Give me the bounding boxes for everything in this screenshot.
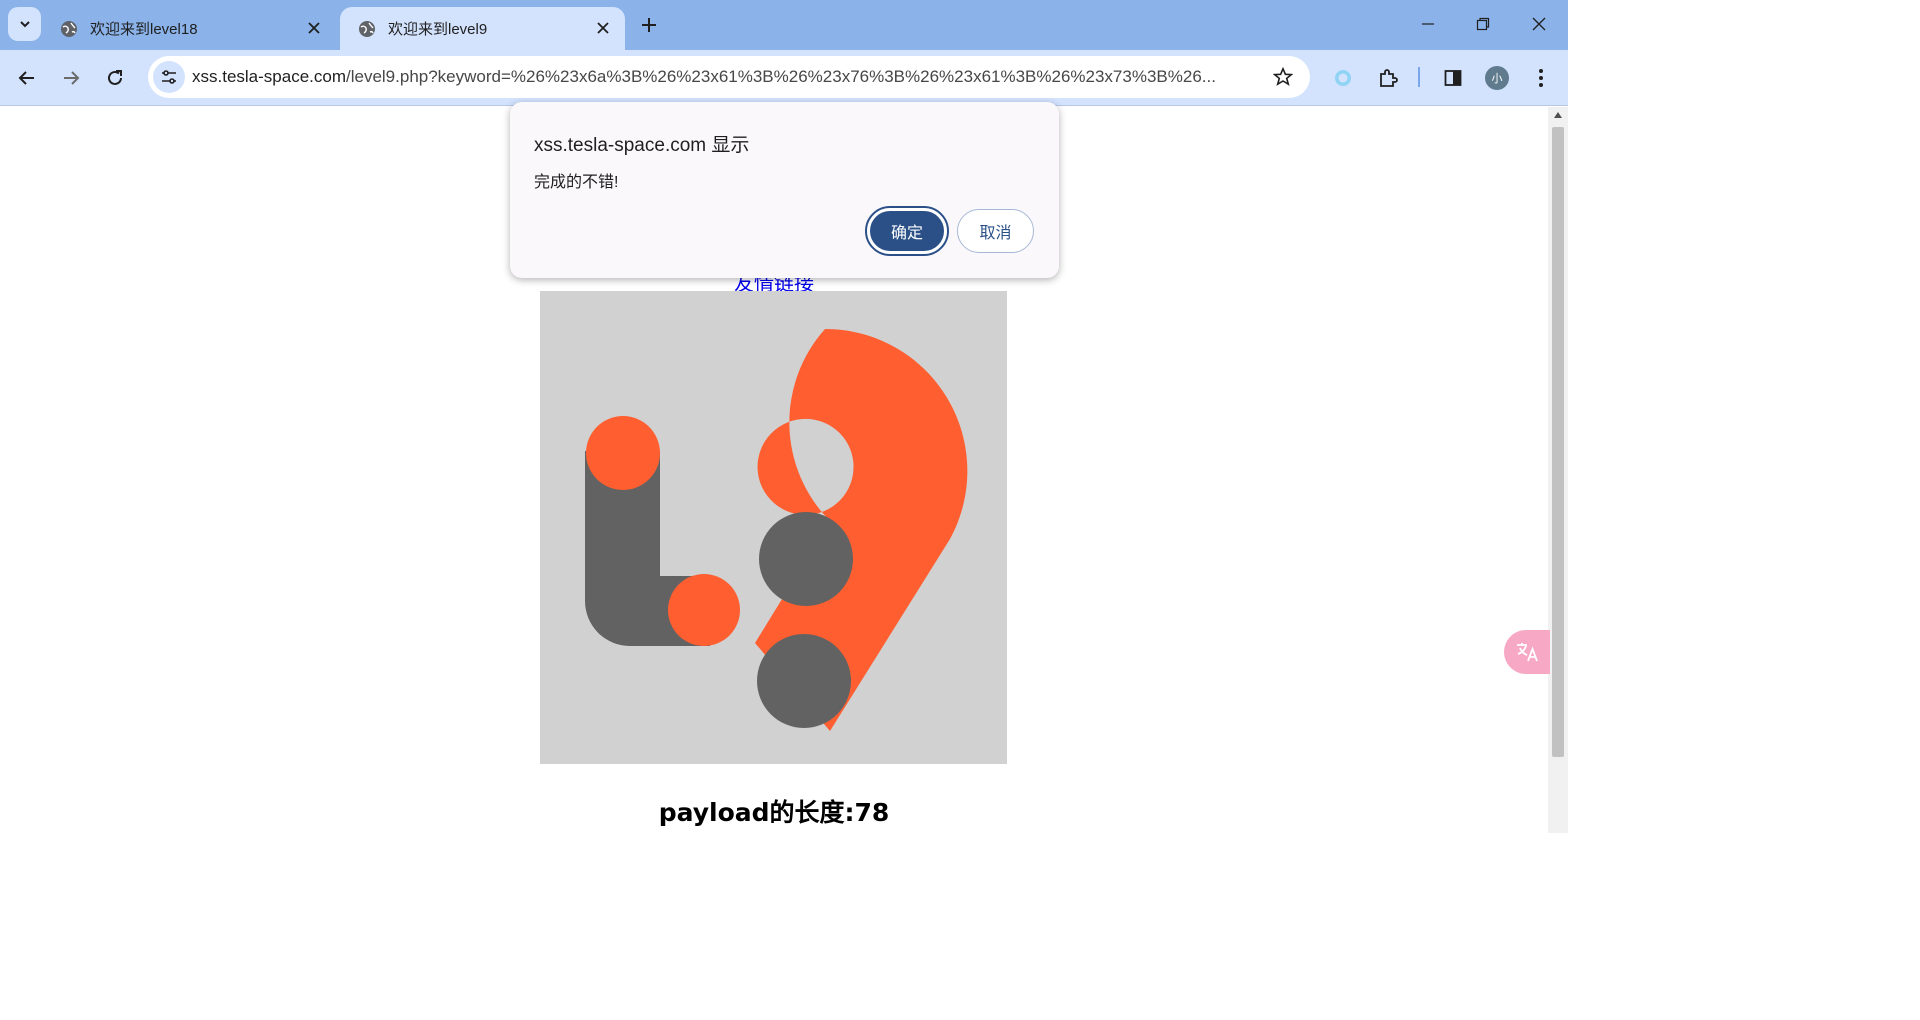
- profile-avatar[interactable]: 小: [1485, 66, 1509, 90]
- cancel-button[interactable]: 取消: [957, 209, 1034, 253]
- tab-title: 欢迎来到level9: [388, 21, 488, 38]
- globe-icon: [359, 20, 375, 37]
- payload-length-text: payload的长度:78: [658, 798, 890, 827]
- toolbar-divider: [1418, 67, 1420, 87]
- back-button[interactable]: [11, 62, 43, 94]
- tab-title: 欢迎来到level18: [90, 21, 198, 38]
- reload-icon: [108, 70, 122, 85]
- level9-logo-image: [540, 291, 1007, 764]
- extension-circle-icon[interactable]: [1328, 63, 1358, 93]
- url-text[interactable]: xss.tesla-space.com/level9.php?keyword=%…: [192, 67, 1264, 87]
- dialog-title: xss.tesla-space.com 显示: [534, 135, 750, 156]
- extensions-puzzle-icon[interactable]: [1373, 63, 1403, 93]
- side-panel-icon[interactable]: [1438, 63, 1468, 93]
- scroll-up-arrow-icon[interactable]: [1553, 111, 1563, 119]
- translate-icon: [1517, 643, 1538, 662]
- address-bar[interactable]: xss.tesla-space.com/level9.php?keyword=%…: [148, 56, 1310, 98]
- close-icon[interactable]: [304, 18, 324, 38]
- plus-icon: [642, 18, 656, 32]
- site-info-button[interactable]: [153, 61, 185, 93]
- scrollbar-thumb[interactable]: [1552, 127, 1564, 757]
- close-icon: [1532, 17, 1546, 31]
- url-host: xss.tesla-space.com: [192, 67, 346, 86]
- url-path: /level9.php?keyword=%26%23x6a%3B%26%23x6…: [346, 67, 1216, 86]
- browser-toolbar: xss.tesla-space.com/level9.php?keyword=%…: [0, 50, 1568, 106]
- forward-button[interactable]: [55, 62, 87, 94]
- tune-icon: [162, 70, 176, 84]
- reload-button[interactable]: [99, 62, 131, 94]
- tab-search-button[interactable]: [8, 7, 41, 41]
- arrow-right-icon: [64, 71, 80, 85]
- chevron-down-icon: [19, 21, 30, 28]
- new-tab-button[interactable]: [636, 12, 662, 38]
- tab-level9[interactable]: 欢迎来到level9: [340, 7, 625, 50]
- close-icon[interactable]: [593, 18, 613, 38]
- minimize-button[interactable]: [1410, 8, 1446, 40]
- restore-icon: [1476, 17, 1490, 31]
- tab-level18[interactable]: 欢迎来到level18: [42, 7, 336, 50]
- restore-button[interactable]: [1465, 8, 1501, 40]
- alert-dialog: xss.tesla-space.com 显示 完成的不错! 确定 取消: [510, 102, 1059, 278]
- minimize-icon: [1422, 23, 1434, 25]
- vertical-scrollbar[interactable]: [1548, 107, 1568, 833]
- translate-float-button[interactable]: [1504, 630, 1550, 674]
- bookmark-star-icon[interactable]: [1272, 66, 1294, 88]
- ok-button[interactable]: 确定: [865, 206, 949, 256]
- dialog-message: 完成的不错!: [534, 174, 619, 191]
- more-menu-icon[interactable]: [1526, 63, 1556, 93]
- tab-strip: 欢迎来到level18 欢迎来到level9: [0, 0, 1568, 50]
- globe-icon: [61, 20, 77, 37]
- arrow-left-icon: [18, 71, 34, 85]
- window-close-button[interactable]: [1521, 8, 1557, 40]
